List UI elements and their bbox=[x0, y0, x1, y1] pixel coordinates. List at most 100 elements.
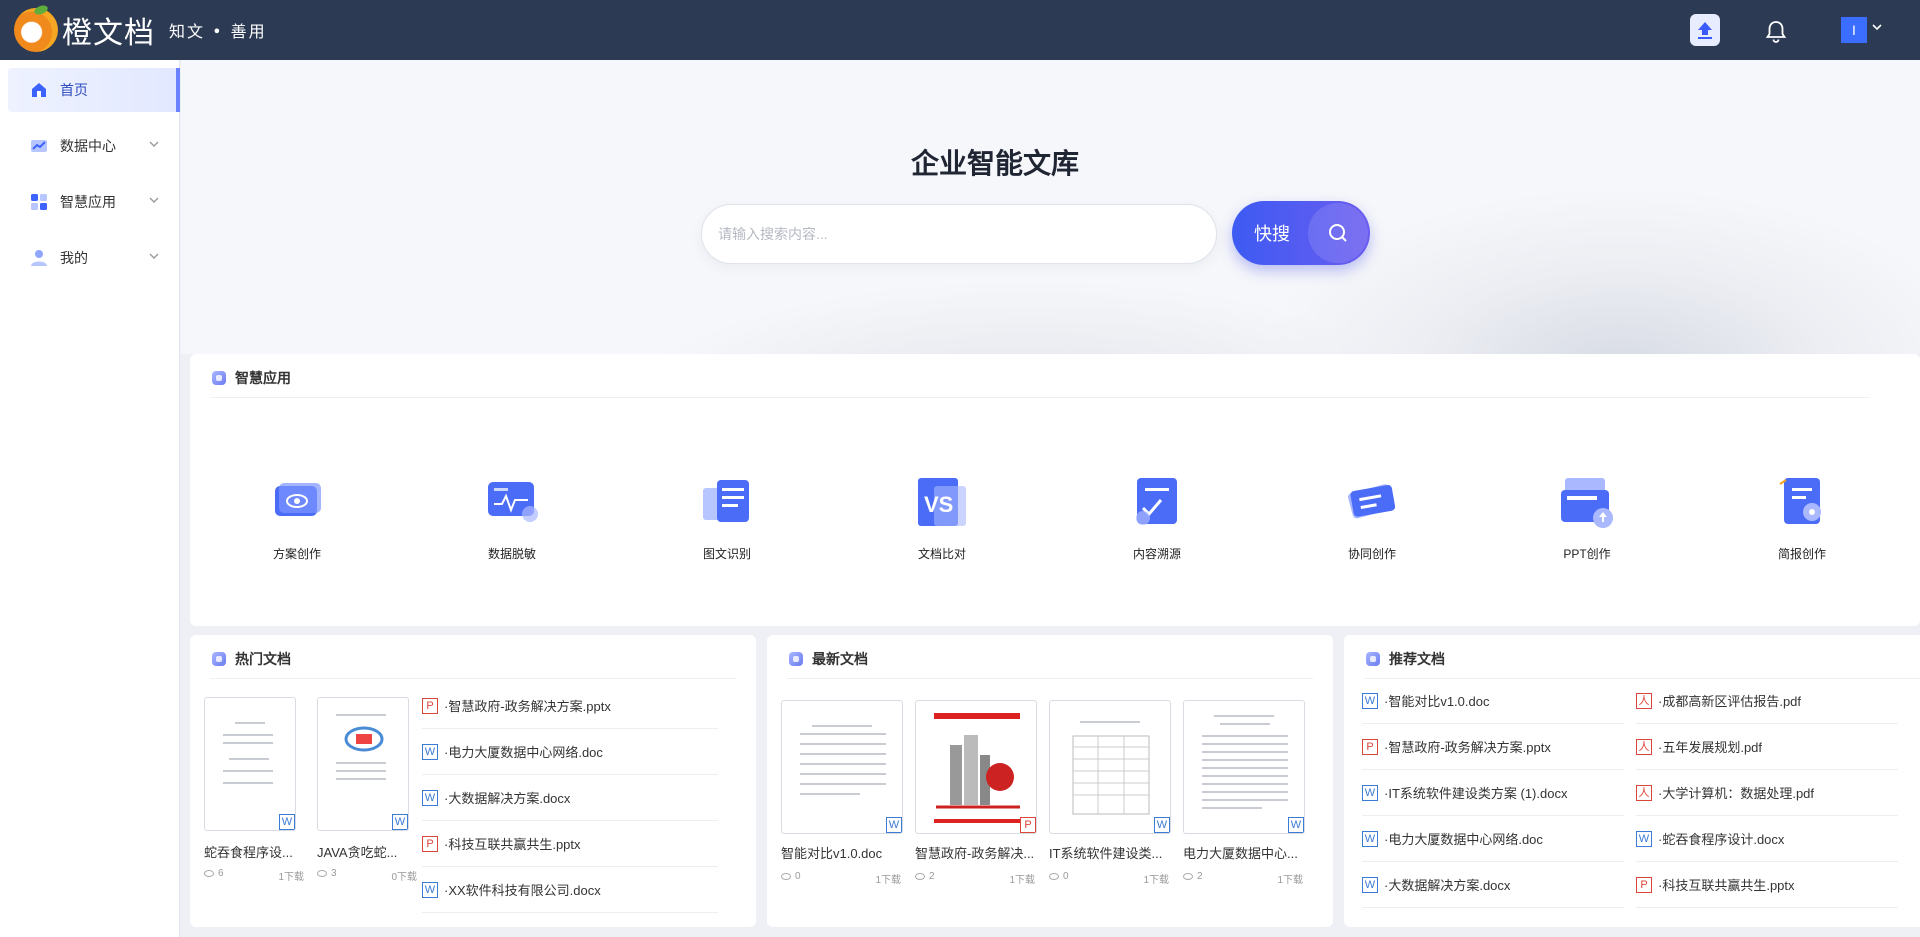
card-stack-icon bbox=[1348, 484, 1396, 519]
avatar[interactable]: I bbox=[1841, 17, 1867, 43]
view-count: 2 bbox=[929, 871, 935, 882]
list-item[interactable]: 人 ·成都高新区评估报告.pdf bbox=[1636, 678, 1898, 724]
app-document-compare[interactable]: VS 文档比对 bbox=[882, 474, 1002, 562]
sidebar-item-label: 数据中心 bbox=[60, 138, 116, 154]
ppt-icon: P bbox=[1636, 876, 1652, 893]
chevron-down-icon bbox=[149, 197, 159, 203]
document-thumbnail[interactable]: P bbox=[915, 700, 1037, 834]
word-icon: W bbox=[1362, 830, 1378, 847]
document-meta: 2 1下载 bbox=[915, 871, 1035, 886]
hero-banner: 企业智能文库 快搜 bbox=[181, 60, 1920, 354]
data-monitor-icon bbox=[488, 482, 538, 522]
upload-icon[interactable] bbox=[1690, 14, 1720, 46]
sidebar-item-smart-apps[interactable]: 智慧应用 bbox=[8, 180, 180, 224]
app-collaborative-writing[interactable]: 协同创作 bbox=[1312, 474, 1432, 562]
app-ppt-creation[interactable]: PPT创作 bbox=[1527, 474, 1647, 562]
document-name[interactable]: JAVA贪吃蛇... bbox=[317, 842, 417, 861]
sidebar-item-data-center[interactable]: 数据中心 bbox=[8, 124, 180, 168]
app-label: 协同创作 bbox=[1347, 547, 1396, 561]
sidebar-item-label: 我的 bbox=[60, 250, 88, 266]
document-name[interactable]: 电力大厦数据中心... bbox=[1183, 843, 1303, 862]
list-item[interactable]: W ·大数据解决方案.docx bbox=[422, 775, 718, 821]
document-thumbnail[interactable]: W bbox=[204, 697, 296, 831]
logo[interactable]: 橙文档 知文 • 善用 bbox=[14, 8, 267, 52]
document-name[interactable]: IT系统软件建设类... bbox=[1049, 843, 1169, 862]
list-item[interactable]: W ·电力大厦数据中心网络.doc bbox=[1362, 816, 1624, 862]
document-name: ·五年发展规划.pdf bbox=[1658, 740, 1763, 755]
word-icon: W bbox=[422, 881, 438, 898]
document-thumbnail[interactable]: W bbox=[1183, 700, 1305, 834]
report-settings-icon bbox=[1779, 478, 1821, 524]
app-label: 文档比对 bbox=[917, 547, 966, 561]
document-name: ·大数据解决方案.docx bbox=[444, 791, 571, 806]
chevron-down-icon bbox=[149, 141, 159, 147]
document-name[interactable]: 智能对比v1.0.doc bbox=[781, 843, 901, 862]
document-name: ·成都高新区评估报告.pdf bbox=[1658, 694, 1802, 709]
list-item[interactable]: 人 ·五年发展规划.pdf bbox=[1636, 724, 1898, 770]
view-count: 0 bbox=[795, 871, 801, 882]
word-icon: W bbox=[1362, 876, 1378, 893]
svg-text:VS: VS bbox=[924, 492, 953, 517]
user-icon bbox=[31, 250, 47, 266]
chevron-down-icon[interactable] bbox=[1871, 20, 1883, 36]
card-title-text: 最新文档 bbox=[812, 651, 868, 667]
list-item[interactable]: W ·XX软件科技有限公司.docx bbox=[422, 867, 718, 913]
list-item[interactable]: W ·IT系统软件建设类方案 (1).docx bbox=[1362, 770, 1624, 816]
search-button[interactable]: 快搜 bbox=[1232, 201, 1370, 265]
eye-document-icon bbox=[275, 483, 321, 516]
document-meta: 0 1下载 bbox=[1049, 871, 1169, 886]
footer-stripe bbox=[934, 819, 1020, 823]
list-item[interactable]: P ·科技互联共赢共生.pptx bbox=[1636, 862, 1898, 908]
chart-icon bbox=[31, 140, 47, 152]
word-icon: W bbox=[422, 789, 438, 806]
list-item[interactable]: W ·蛇吞食程序设计.docx bbox=[1636, 816, 1898, 862]
download-count: 1下载 bbox=[1009, 875, 1035, 886]
list-item[interactable]: W ·大数据解决方案.docx bbox=[1362, 862, 1624, 908]
ppt-icon: P bbox=[422, 835, 438, 852]
list-item[interactable]: W ·智能对比v1.0.doc bbox=[1362, 678, 1624, 724]
card-title: 热门文档 bbox=[212, 649, 291, 669]
document-meta: 0 1下载 bbox=[781, 871, 901, 886]
document-scan-icon bbox=[703, 480, 749, 522]
document-thumbnail[interactable]: W bbox=[1049, 700, 1171, 834]
document-name: ·蛇吞食程序设计.docx bbox=[1658, 832, 1785, 847]
document-name: ·大学计算机：数据处理.pdf bbox=[1658, 786, 1815, 801]
smart-apps-card: 智慧应用 方案创作 数据脱敏 图文识别 VS 文档比对 内容溯源 协同创作 PP… bbox=[190, 354, 1920, 626]
list-item[interactable]: 人 ·大学计算机：数据处理.pdf bbox=[1636, 770, 1898, 816]
app-brief-creation[interactable]: 简报创作 bbox=[1742, 474, 1862, 562]
word-icon: W bbox=[392, 814, 408, 830]
document-thumbnail[interactable]: W bbox=[781, 700, 903, 834]
card-title-text: 热门文档 bbox=[235, 651, 291, 667]
list-item[interactable]: P ·科技互联共赢共生.pptx bbox=[422, 821, 718, 867]
sidebar-item-mine[interactable]: 我的 bbox=[8, 236, 180, 280]
document-thumbnail[interactable]: W bbox=[317, 697, 409, 831]
pdf-icon: 人 bbox=[1636, 692, 1652, 709]
list-item[interactable]: P ·智慧政府-政务解决方案.pptx bbox=[422, 683, 718, 729]
app-data-masking[interactable]: 数据脱敏 bbox=[452, 474, 572, 562]
view-count: 6 bbox=[218, 868, 224, 879]
document-name: ·IT系统软件建设类方案 (1).docx bbox=[1384, 786, 1568, 801]
document-name[interactable]: 智慧政府-政务解决... bbox=[915, 843, 1035, 862]
view-count: 2 bbox=[1197, 871, 1203, 882]
search-input[interactable] bbox=[718, 205, 1178, 263]
diagram-icon bbox=[344, 726, 384, 752]
word-icon: W bbox=[1636, 830, 1652, 847]
card-title: 推荐文档 bbox=[1366, 649, 1445, 669]
bell-icon[interactable] bbox=[1763, 18, 1789, 44]
eye-icon bbox=[1183, 872, 1193, 880]
card-title: 最新文档 bbox=[789, 649, 868, 669]
word-icon: W bbox=[1154, 817, 1170, 833]
chevron-down-icon bbox=[149, 253, 159, 259]
view-count: 3 bbox=[331, 868, 337, 879]
building-icon bbox=[936, 735, 1020, 809]
list-item[interactable]: P ·智慧政府-政务解决方案.pptx bbox=[1362, 724, 1624, 770]
logo-name: 橙文档 bbox=[62, 17, 155, 50]
sidebar-item-home[interactable]: 首页 bbox=[8, 68, 180, 112]
app-image-text-recognition[interactable]: 图文识别 bbox=[667, 474, 787, 562]
document-name[interactable]: 蛇吞食程序设... bbox=[204, 842, 304, 861]
list-item[interactable]: W ·电力大厦数据中心网络.doc bbox=[422, 729, 718, 775]
word-icon: W bbox=[1362, 692, 1378, 709]
app-proposal-writing[interactable]: 方案创作 bbox=[237, 474, 357, 562]
eye-icon bbox=[317, 869, 327, 877]
app-content-tracing[interactable]: 内容溯源 bbox=[1097, 474, 1217, 562]
